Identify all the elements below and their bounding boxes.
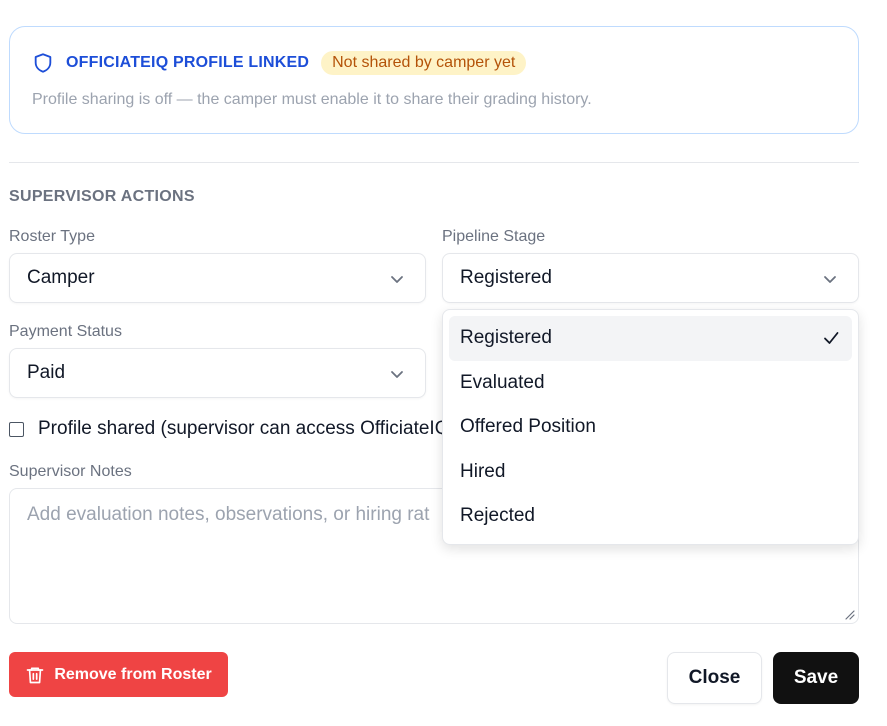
pipeline-stage-value: Registered	[460, 267, 552, 288]
section-title: SUPERVISOR ACTIONS	[9, 188, 195, 205]
section-divider	[9, 162, 859, 163]
dropdown-option-label: Offered Position	[460, 416, 596, 438]
chevron-down-icon	[391, 276, 403, 283]
profile-shared-label[interactable]: Profile shared (supervisor can access Of…	[38, 418, 450, 440]
payment-status-value: Paid	[27, 362, 66, 383]
dropdown-option-label: Evaluated	[460, 371, 545, 393]
supervisor-notes-placeholder: Add evaluation notes, observations, or h…	[27, 504, 430, 525]
trash-icon	[26, 667, 44, 683]
pipeline-stage-select[interactable]: Registered	[442, 253, 859, 303]
dropdown-option-evaluated[interactable]: Evaluated	[449, 361, 852, 406]
payment-status-label: Payment Status	[9, 323, 122, 340]
dropdown-option-offered-position[interactable]: Offered Position	[449, 405, 852, 450]
resize-handle-icon[interactable]	[843, 608, 855, 620]
pipeline-stage-label: Pipeline Stage	[442, 228, 546, 245]
remove-from-roster-button[interactable]: Remove from Roster	[9, 652, 228, 697]
supervisor-notes-label: Supervisor Notes	[9, 463, 132, 480]
roster-edit-panel: OFFICIATEIQ PROFILE LINKED Not shared by…	[0, 0, 887, 726]
payment-status-select[interactable]: Paid	[9, 348, 426, 398]
profile-linked-card: OFFICIATEIQ PROFILE LINKED Not shared by…	[9, 26, 859, 134]
profile-shared-checkbox[interactable]	[9, 421, 24, 437]
roster-type-value: Camper	[27, 267, 95, 288]
dropdown-option-label: Rejected	[460, 505, 535, 527]
chevron-down-icon	[391, 371, 403, 378]
sharing-status-badge: Not shared by camper yet	[321, 51, 527, 75]
close-button[interactable]: Close	[667, 652, 762, 704]
pipeline-stage-dropdown: Registered Evaluated Offered Position Hi…	[442, 309, 859, 545]
dropdown-option-label: Hired	[460, 460, 506, 482]
chevron-down-icon	[824, 276, 836, 283]
dropdown-option-label: Registered	[460, 327, 552, 349]
roster-type-label: Roster Type	[9, 228, 95, 245]
dropdown-option-hired[interactable]: Hired	[449, 450, 852, 495]
dropdown-option-registered[interactable]: Registered	[449, 316, 852, 361]
profile-sharing-description: Profile sharing is off — the camper must…	[32, 91, 592, 108]
dropdown-option-rejected[interactable]: Rejected	[449, 494, 852, 539]
roster-type-select[interactable]: Camper	[9, 253, 426, 303]
save-button[interactable]: Save	[773, 652, 859, 704]
remove-button-label: Remove from Roster	[54, 665, 212, 683]
profile-shared-row: Profile shared (supervisor can access Of…	[9, 418, 450, 440]
profile-linked-header: OFFICIATEIQ PROFILE LINKED Not shared by…	[32, 51, 527, 75]
shield-icon	[34, 53, 52, 73]
profile-linked-title: OFFICIATEIQ PROFILE LINKED	[66, 54, 310, 71]
check-icon	[824, 332, 839, 344]
